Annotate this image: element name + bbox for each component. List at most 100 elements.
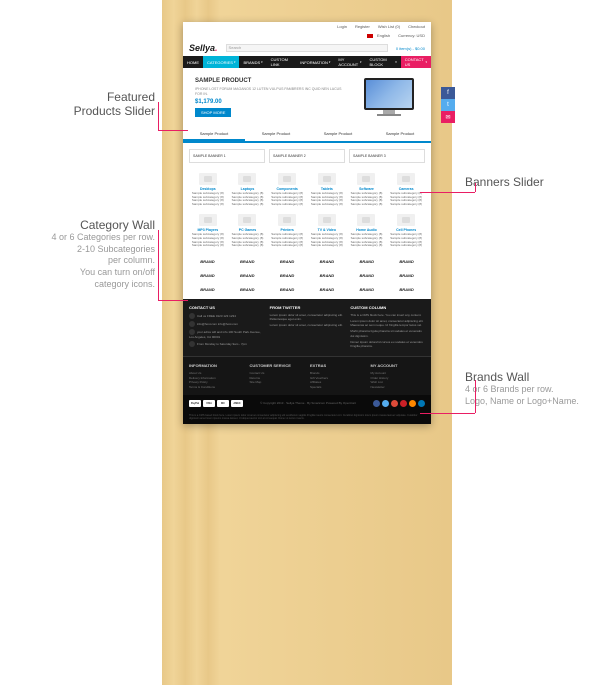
category-cell[interactable]: TV & VideoSample subcategory (8)Sample s… <box>308 214 346 247</box>
shop-more-button[interactable]: SHOP MORE <box>195 108 231 117</box>
brand-logo[interactable]: BRAND <box>308 256 345 267</box>
nav-categories[interactable]: CATEGORIES▾ <box>203 56 239 68</box>
banner[interactable]: SAMPLE BANNER 2 <box>269 149 345 163</box>
category-icon <box>397 173 415 185</box>
brand-logo[interactable]: BRAND <box>189 284 226 295</box>
custom-column: CUSTOM COLUMN This is a CMS block here. … <box>350 305 425 350</box>
login-link[interactable]: Login <box>335 24 349 29</box>
lang-bar: English Currency: USD <box>183 31 431 40</box>
footer-bottom: PayPalVISAMCAMEX © Copyright 2013 · Sell… <box>183 395 431 411</box>
linkedin-icon[interactable] <box>418 400 425 407</box>
nav-custom-block[interactable]: CUSTOM BLOCK▾ <box>365 56 400 68</box>
nav-brands[interactable]: BRANDS▾ <box>239 56 266 68</box>
footer-link[interactable]: Specials <box>310 385 365 390</box>
product-price: $1,179.00 <box>195 99 349 105</box>
flag-icon <box>367 34 373 38</box>
category-cell[interactable]: TabletsSample subcategory (8)Sample subc… <box>308 173 346 206</box>
category-icon <box>278 214 296 226</box>
brand-logo[interactable]: BRAND <box>348 256 385 267</box>
search-input[interactable]: Search <box>226 44 388 52</box>
brand-logo[interactable]: BRAND <box>189 270 226 281</box>
facebook-icon[interactable] <box>373 400 380 407</box>
annotation-category: Category Wall 4 or 6 Categories per row.… <box>5 218 155 290</box>
nav-information[interactable]: INFORMATION▾ <box>296 56 334 68</box>
category-cell[interactable]: CamerasSample subcategory (8)Sample subc… <box>387 173 425 206</box>
banner[interactable]: SAMPLE BANNER 3 <box>349 149 425 163</box>
category-cell[interactable]: PrintersSample subcategory (8)Sample sub… <box>268 214 306 247</box>
category-icon <box>199 173 217 185</box>
side-share-icon[interactable]: ✉ <box>441 111 455 123</box>
brand-logo[interactable]: BRAND <box>388 256 425 267</box>
nav-contact[interactable]: CONTACT US▾ <box>401 56 431 68</box>
header: Sellya. Search 0 item(s) - $0.00 <box>183 40 431 56</box>
wishlist-link[interactable]: Wish List (0) <box>376 24 402 29</box>
brand-logo[interactable]: BRAND <box>388 284 425 295</box>
nav-custom-link[interactable]: CUSTOM LINK <box>267 56 297 68</box>
brand-logo[interactable]: BRAND <box>229 270 266 281</box>
nav-home[interactable]: HOME <box>183 56 203 68</box>
google-icon[interactable] <box>391 400 398 407</box>
category-icon <box>318 214 336 226</box>
annotation-featured: FeaturedProducts Slider <box>10 90 155 118</box>
category-cell[interactable]: PC GamesSample subcategory (8)Sample sub… <box>229 214 267 247</box>
category-cell[interactable]: LaptopsSample subcategory (8)Sample subc… <box>229 173 267 206</box>
nav-account[interactable]: MY ACCOUNT▾ <box>334 56 365 68</box>
footer-links: INFORMATIONAbout UsDelivery InformationP… <box>183 356 431 395</box>
product-tabs: Sample Product Sample Product Sample Pro… <box>183 128 431 143</box>
brand-logo[interactable]: BRAND <box>348 284 385 295</box>
category-icon <box>318 173 336 185</box>
twitter-icon[interactable] <box>382 400 389 407</box>
category-cell[interactable]: MP3 PlayersSample subcategory (8)Sample … <box>189 214 227 247</box>
annotation-line <box>158 130 188 131</box>
brand-logo[interactable]: BRAND <box>269 284 306 295</box>
annotation-line <box>158 102 159 130</box>
footer-link[interactable]: Terms & Conditions <box>189 385 244 390</box>
payment-icon: VISA <box>203 400 215 407</box>
brand-logo[interactable]: BRAND <box>189 256 226 267</box>
category-cell[interactable]: Cell PhonesSample subcategory (8)Sample … <box>387 214 425 247</box>
brand-logo[interactable]: BRAND <box>308 284 345 295</box>
pinterest-icon[interactable] <box>400 400 407 407</box>
checkout-link[interactable]: Checkout <box>406 24 427 29</box>
brands-wall: BRANDBRANDBRANDBRANDBRANDBRANDBRANDBRAND… <box>183 252 431 299</box>
currency[interactable]: Currency: USD <box>396 33 427 38</box>
brand-logo[interactable]: BRAND <box>308 270 345 281</box>
tab[interactable]: Sample Product <box>369 128 431 141</box>
rss-icon[interactable] <box>409 400 416 407</box>
phone-icon <box>189 313 195 319</box>
brand-logo[interactable]: BRAND <box>348 270 385 281</box>
category-icon <box>199 214 217 226</box>
footer-link[interactable]: Newsletter <box>371 385 426 390</box>
brand-logo[interactable]: BRAND <box>269 270 306 281</box>
contact-column: CONTACT US Call us FREE 0123 123 1234 in… <box>189 305 264 350</box>
cart-summary[interactable]: 0 item(s) - $0.00 <box>396 46 425 51</box>
product-image <box>359 78 419 118</box>
tab[interactable]: Sample Product <box>245 128 307 141</box>
side-twitter-icon[interactable]: t <box>441 99 455 111</box>
category-cell[interactable]: ComponentsSample subcategory (8)Sample s… <box>268 173 306 206</box>
brand-logo[interactable]: BRAND <box>388 270 425 281</box>
brand-logo[interactable]: BRAND <box>229 284 266 295</box>
category-icon <box>397 214 415 226</box>
category-icon <box>357 214 375 226</box>
banner[interactable]: SAMPLE BANNER 1 <box>189 149 265 163</box>
logo[interactable]: Sellya. <box>189 43 218 53</box>
featured-slider: SAMPLE PRODUCT IPHONE LOST FORUM MAGANOS… <box>183 68 431 128</box>
annotation-line <box>158 300 188 301</box>
annotation-line <box>420 192 475 193</box>
brand-logo[interactable]: BRAND <box>269 256 306 267</box>
language[interactable]: English <box>375 33 392 38</box>
category-cell[interactable]: SoftwareSample subcategory (8)Sample sub… <box>348 173 386 206</box>
category-wall: DesktopsSample subcategory (8)Sample sub… <box>183 169 431 210</box>
tab[interactable]: Sample Product <box>183 128 245 141</box>
brand-logo[interactable]: BRAND <box>229 256 266 267</box>
side-facebook-icon[interactable]: f <box>441 87 455 99</box>
footer-link[interactable]: Site Map <box>250 380 305 385</box>
register-link[interactable]: Register <box>353 24 372 29</box>
annotation-line <box>158 230 159 300</box>
tab[interactable]: Sample Product <box>307 128 369 141</box>
copyright: © Copyright 2013 · Sellya Theme · By Sma… <box>258 399 358 407</box>
category-cell[interactable]: Home AudioSample subcategory (8)Sample s… <box>348 214 386 247</box>
category-cell[interactable]: DesktopsSample subcategory (8)Sample sub… <box>189 173 227 206</box>
footer-disclaimer: This is a CMS based block here. Lorem ip… <box>183 411 431 424</box>
